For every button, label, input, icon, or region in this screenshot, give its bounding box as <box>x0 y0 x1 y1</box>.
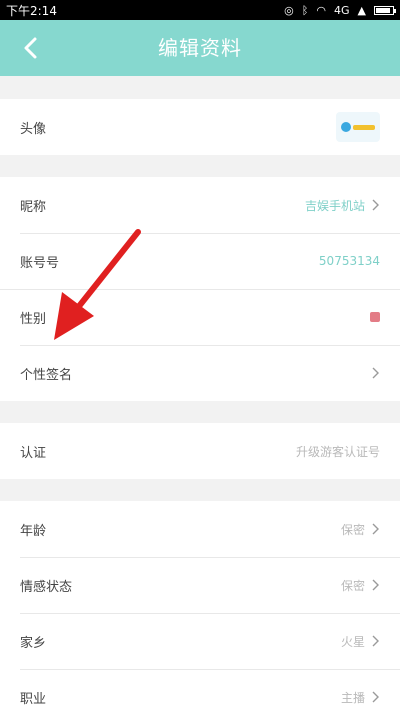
id-value: 50753134 <box>318 254 380 268</box>
wifi-icon: ◠ <box>316 3 326 17</box>
profile-group: 昵称 吉娱手机站 账号号 50753134 性别 个性签名 <box>0 177 400 401</box>
auth-value: 升级游客认证号 <box>295 444 380 459</box>
age-label: 年龄 <box>20 523 47 539</box>
details-group: 年龄 保密 情感状态 保密 家乡 火星 职业 主播 <box>0 501 400 725</box>
status-bar: 下午2:14 ◎ ᛒ ◠ 4G ▲ <box>0 0 400 20</box>
hometown-label: 家乡 <box>20 635 47 651</box>
signature-label: 个性签名 <box>20 367 73 383</box>
avatar-row[interactable]: 头像 <box>0 99 400 155</box>
hometown-value: 火星 <box>340 634 365 649</box>
network-label: 4G <box>334 3 350 17</box>
id-label: 账号号 <box>20 255 60 271</box>
chevron-right-icon <box>372 199 379 211</box>
signal-icon: ▲ <box>357 3 366 17</box>
auth-label: 认证 <box>20 445 47 461</box>
age-row[interactable]: 年龄 保密 <box>0 501 400 557</box>
chevron-right-icon <box>372 523 379 535</box>
gender-row[interactable]: 性别 <box>0 289 400 345</box>
chevron-right-icon <box>372 367 379 379</box>
status-time: 下午2:14 <box>6 3 57 18</box>
alarm-icon: ◎ <box>284 3 294 17</box>
avatar-logo-icon <box>341 122 351 132</box>
auth-row[interactable]: 认证 升级游客认证号 <box>0 423 400 479</box>
battery-icon <box>374 5 396 15</box>
nav-bar: 编辑资料 <box>0 20 400 76</box>
emotion-row[interactable]: 情感状态 保密 <box>0 557 400 613</box>
avatar[interactable] <box>336 112 380 142</box>
page-title: 编辑资料 <box>158 36 242 60</box>
bluetooth-icon: ᛒ <box>301 3 309 17</box>
age-value: 保密 <box>340 522 365 537</box>
job-row[interactable]: 职业 主播 <box>0 669 400 725</box>
signature-row[interactable]: 个性签名 <box>0 345 400 401</box>
emotion-value: 保密 <box>340 578 365 593</box>
chevron-right-icon <box>372 579 379 591</box>
status-icons: ◎ ᛒ ◠ 4G ▲ <box>284 3 396 17</box>
nickname-row[interactable]: 昵称 吉娱手机站 <box>0 177 400 233</box>
female-gender-icon <box>370 312 380 322</box>
nickname-value: 吉娱手机站 <box>304 198 365 213</box>
job-label: 职业 <box>20 691 47 707</box>
auth-group: 认证 升级游客认证号 <box>0 423 400 479</box>
job-value: 主播 <box>340 690 365 705</box>
avatar-group: 头像 <box>0 99 400 155</box>
id-row: 账号号 50753134 <box>0 233 400 289</box>
avatar-label: 头像 <box>20 121 47 137</box>
hometown-row[interactable]: 家乡 火星 <box>0 613 400 669</box>
emotion-label: 情感状态 <box>20 579 73 595</box>
chevron-right-icon <box>372 691 379 703</box>
gender-label: 性别 <box>20 311 47 327</box>
chevron-right-icon <box>372 635 379 647</box>
nickname-label: 昵称 <box>20 199 47 215</box>
